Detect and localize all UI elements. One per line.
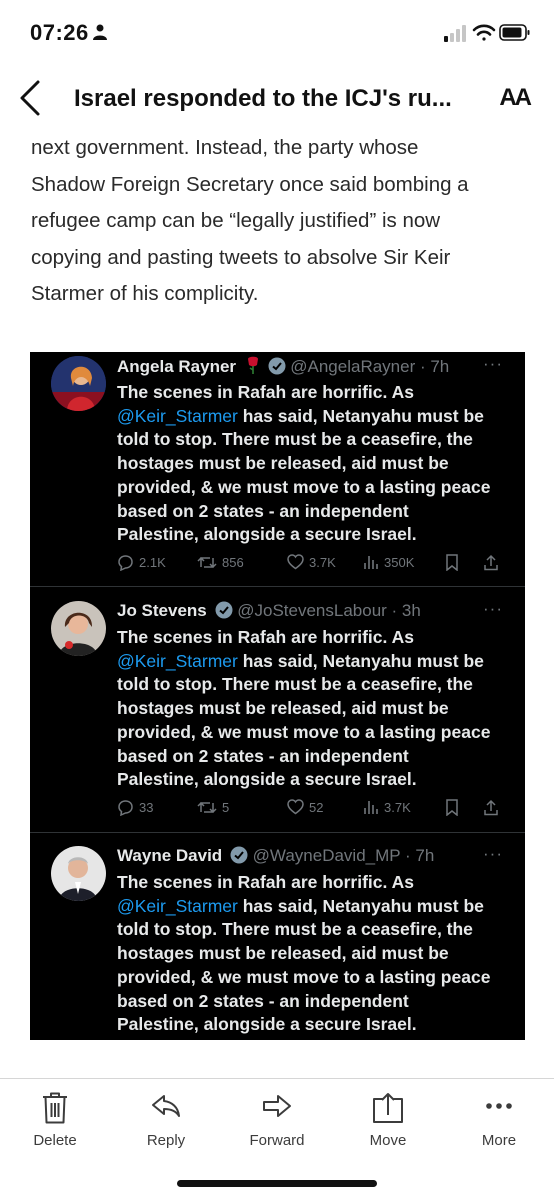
bookmark-icon	[446, 554, 458, 571]
article-body: next government. Instead, the party whos…	[31, 130, 531, 313]
reply-icon	[118, 800, 133, 816]
back-button[interactable]	[16, 78, 46, 118]
like-icon	[287, 554, 304, 570]
tweet-handle[interactable]: @AngelaRayner · 7h	[290, 357, 449, 376]
nav-bar: Israel responded to the ICJ's ru... AA	[0, 70, 554, 130]
move-button[interactable]: Move	[338, 1079, 438, 1165]
page-title: Israel responded to the ICJ's ru...	[74, 85, 452, 112]
avatar	[51, 356, 106, 411]
verified-badge-icon	[268, 357, 286, 375]
mention-link[interactable]: @Keir_Starmer	[117, 406, 238, 426]
tweet-text: The scenes in Rafah are horrific. As @Ke…	[117, 382, 491, 545]
forward-button[interactable]: Forward	[227, 1079, 327, 1165]
repost-icon	[197, 556, 217, 569]
views-icon	[364, 801, 378, 814]
views-action[interactable]: 350K	[363, 554, 414, 570]
tweet-divider	[30, 832, 525, 833]
bookmark-action[interactable]	[445, 554, 459, 571]
status-bar: 07:26	[0, 0, 554, 64]
signal-icon	[444, 25, 466, 42]
repost-action[interactable]: 5	[197, 799, 229, 816]
reply-action[interactable]: 2.1K	[117, 554, 166, 571]
share-action[interactable]	[483, 554, 499, 571]
reply-icon	[118, 555, 133, 571]
reply-arrow-icon	[152, 1095, 180, 1117]
repost-action[interactable]: 856	[197, 554, 244, 571]
article-line: next government. Instead, the party whos…	[31, 136, 419, 159]
trash-icon	[43, 1092, 67, 1124]
mention-link[interactable]: @Keir_Starmer	[117, 896, 238, 916]
avatar	[51, 846, 106, 901]
article-line: refugee camp can be “legally justified” …	[31, 209, 441, 232]
article-line: Starmer of his complicity.	[31, 282, 259, 305]
delete-button[interactable]: Delete	[5, 1079, 105, 1165]
article-line: copying and pasting tweets to absolve Si…	[31, 245, 451, 269]
bookmark-action[interactable]	[445, 799, 459, 816]
status-indicators	[444, 22, 530, 49]
tweet-handle[interactable]: @JoStevensLabour · 3h	[237, 601, 421, 620]
rose-emoji-icon	[247, 356, 258, 374]
text-size-button[interactable]: AA	[499, 84, 532, 112]
tweet-divider	[30, 586, 525, 587]
tweet-author-name[interactable]: Wayne David	[117, 846, 222, 865]
tweet-text: The scenes in Rafah are horrific. As @Ke…	[117, 627, 491, 790]
tweet-header: Wayne David @WayneDavid_MP · 7h	[117, 846, 434, 866]
verified-badge-icon	[230, 846, 248, 864]
article-line: Shadow Foreign Secretary once said bombi…	[31, 172, 469, 196]
more-dots-icon	[486, 1103, 512, 1109]
move-icon	[373, 1093, 403, 1123]
tweet-screenshot: Angela Rayner @AngelaRayner · 7h ··· The…	[30, 352, 525, 1040]
wifi-icon	[472, 24, 496, 41]
home-indicator[interactable]	[177, 1180, 377, 1187]
more-options-icon[interactable]: ···	[483, 599, 503, 619]
tweet-header: Jo Stevens @JoStevensLabour · 3h	[117, 601, 421, 621]
forward-arrow-icon	[263, 1095, 291, 1117]
avatar	[51, 601, 106, 656]
tweet-actions: 2.1K 856 3.7K 350K	[117, 554, 507, 574]
tweet-handle[interactable]: @WayneDavid_MP · 7h	[253, 846, 435, 865]
battery-icon	[499, 24, 530, 41]
text-size-icon: AA	[499, 84, 532, 111]
tweet-actions: 33 5 52 3.7K	[117, 799, 507, 819]
views-icon	[364, 556, 378, 569]
tweet-text: The scenes in Rafah are horrific. As @Ke…	[117, 872, 491, 1035]
share-action[interactable]	[483, 799, 499, 816]
more-button[interactable]: More	[449, 1079, 549, 1165]
tweet-author-name[interactable]: Jo Stevens	[117, 601, 207, 620]
more-options-icon[interactable]: ···	[483, 844, 503, 864]
reply-action[interactable]: 33	[117, 799, 153, 816]
more-options-icon[interactable]: ···	[483, 354, 503, 374]
like-action[interactable]: 3.7K	[287, 554, 336, 570]
reply-button[interactable]: Reply	[116, 1079, 216, 1165]
like-icon	[287, 799, 304, 815]
mention-link[interactable]: @Keir_Starmer	[117, 651, 238, 671]
person-icon	[93, 24, 107, 45]
repost-icon	[197, 801, 217, 814]
share-icon	[484, 554, 498, 571]
status-time: 07:26	[30, 20, 89, 45]
back-chevron-icon	[20, 80, 40, 116]
tweet-header: Angela Rayner @AngelaRayner · 7h	[117, 356, 449, 377]
share-icon	[484, 799, 498, 816]
views-action[interactable]: 3.7K	[363, 799, 411, 815]
tweet-author-name[interactable]: Angela Rayner	[117, 357, 236, 376]
verified-badge-icon	[215, 601, 232, 619]
like-action[interactable]: 52	[287, 799, 323, 815]
bookmark-icon	[446, 799, 458, 816]
